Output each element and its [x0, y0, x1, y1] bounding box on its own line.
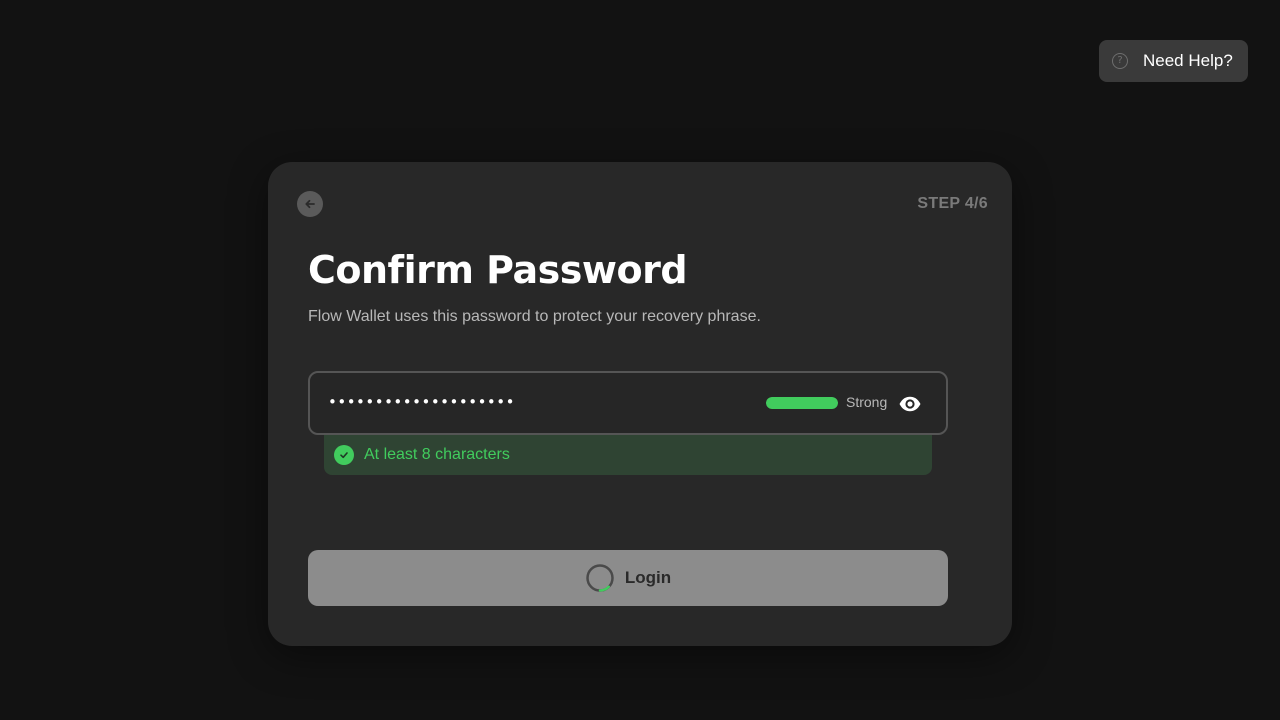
show-password-toggle[interactable]	[898, 392, 922, 416]
requirement-label: At least 8 characters	[364, 446, 510, 463]
page-title: Confirm Password	[308, 248, 688, 292]
need-help-label: Need Help?	[1143, 51, 1233, 70]
step-indicator: STEP 4/6	[917, 195, 988, 212]
confirm-password-input[interactable]: •••••••••••••••••••• Strong	[308, 371, 948, 435]
check-circle-icon	[334, 445, 354, 465]
page-subtitle: Flow Wallet uses this password to protec…	[308, 308, 761, 325]
password-strength-label: Strong	[846, 394, 888, 410]
password-strength-bar	[766, 397, 838, 409]
eye-icon	[899, 396, 921, 412]
need-help-button[interactable]: ? Need Help?	[1099, 40, 1248, 82]
loading-spinner-icon	[586, 564, 614, 592]
password-card: STEP 4/6 Confirm Password Flow Wallet us…	[268, 162, 1012, 646]
password-masked-value: ••••••••••••••••••••	[328, 393, 515, 411]
arrow-left-icon	[305, 199, 315, 209]
question-circle-icon: ?	[1112, 53, 1128, 69]
login-label: Login	[624, 568, 672, 587]
password-strength-fill	[766, 397, 838, 409]
back-button[interactable]	[297, 191, 323, 217]
requirement-min-length: At least 8 characters	[324, 435, 932, 475]
login-button[interactable]: Login	[308, 550, 948, 606]
